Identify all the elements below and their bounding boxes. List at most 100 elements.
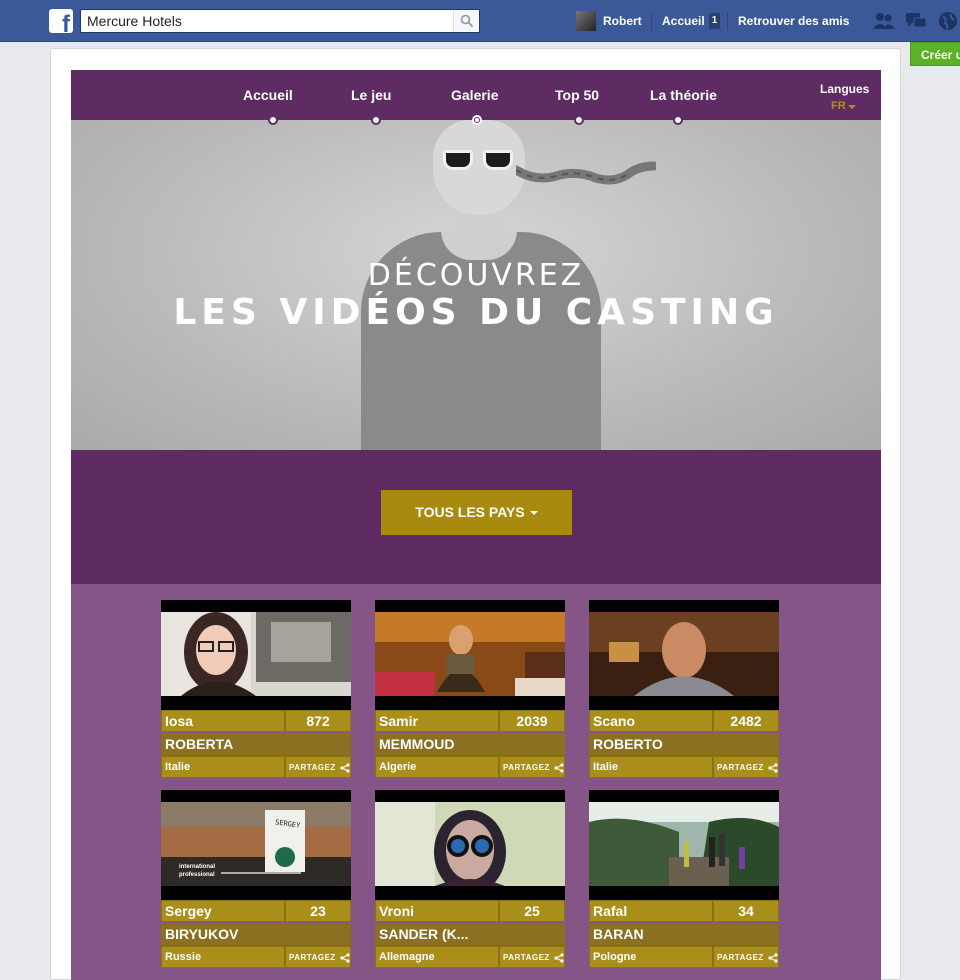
first-name: Samir	[379, 713, 418, 729]
hero-subtitle: DÉCOUVREZ	[367, 258, 585, 293]
share-button[interactable]: PARTAGEZ	[713, 756, 779, 778]
caret-down-icon[interactable]	[848, 105, 856, 109]
search-input[interactable]: Mercure Hotels	[80, 9, 480, 33]
nav-dot-le-jeu[interactable]	[371, 115, 381, 125]
nav-top-50[interactable]: Top 50	[555, 87, 599, 103]
share-button[interactable]: PARTAGEZ	[499, 946, 565, 968]
share-button[interactable]: PARTAGEZ	[713, 946, 779, 968]
country: Pologne	[593, 951, 637, 963]
share-button[interactable]: PARTAGEZ	[285, 756, 351, 778]
profile-link[interactable]: Robert	[576, 10, 642, 32]
video-tile[interactable]: Scano 2482 ROBERTO Italie PARTAGEZ	[589, 600, 779, 778]
video-thumbnail-image	[589, 612, 779, 696]
video-tile[interactable]: international professional SERGEY Sergey 2…	[161, 790, 351, 968]
create-button[interactable]: Créer u	[910, 42, 960, 66]
votes-cell: 2482	[713, 710, 779, 732]
nav-dot-galerie[interactable]	[472, 115, 482, 125]
jewel-icons	[872, 10, 960, 32]
country-filter-dropdown[interactable]: TOUS LES PAYS	[381, 490, 572, 535]
votes-cell: 23	[285, 900, 351, 922]
last-name-cell: BARAN	[589, 923, 713, 945]
share-button[interactable]: PARTAGEZ	[285, 946, 351, 968]
nav-dot-la-theorie[interactable]	[673, 115, 683, 125]
search-button[interactable]	[453, 10, 479, 32]
vote-count: 872	[306, 713, 330, 729]
video-thumbnail-image	[589, 802, 779, 886]
last-name: ROBERTO	[593, 736, 663, 752]
country-cell: Italie	[589, 756, 713, 778]
share-label: PARTAGEZ	[503, 763, 550, 772]
vote-count: 2482	[730, 713, 762, 729]
nav-la-theorie[interactable]: La théorie	[650, 87, 717, 103]
country-cell: Allemagne	[375, 946, 499, 968]
video-thumbnail-image	[375, 612, 565, 696]
nav-divider	[651, 12, 652, 30]
friend-requests-icon[interactable]	[872, 10, 896, 32]
vote-count: 23	[310, 903, 326, 919]
filter-band: TOUS LES PAYS	[71, 450, 881, 584]
last-name: BIRYUKOV	[165, 926, 239, 942]
nav-le-jeu[interactable]: Le jeu	[351, 87, 391, 103]
votes-cell: 2039	[499, 710, 565, 732]
vote-count: 25	[524, 903, 540, 919]
first-name: Vroni	[379, 903, 415, 919]
last-name-cell: MEMMOUD	[375, 733, 499, 755]
empty-cell	[713, 923, 779, 945]
first-name-cell: Vroni	[375, 900, 499, 922]
sunglasses-image	[443, 150, 515, 172]
video-thumbnail[interactable]	[589, 790, 779, 900]
video-info: Sergey 23 BIRYUKOV Russie PARTAGEZ	[161, 900, 351, 968]
first-name-cell: Samir	[375, 710, 499, 732]
facebook-top-bar: f Mercure Hotels Robert Accueil 1 Retrou…	[0, 0, 960, 42]
video-thumbnail-image	[161, 612, 351, 696]
nav-accueil[interactable]: Accueil	[243, 87, 293, 103]
share-label: PARTAGEZ	[717, 953, 764, 962]
nav-dot-top-50[interactable]	[574, 115, 584, 125]
search-input-value: Mercure Hotels	[87, 13, 182, 29]
home-link[interactable]: Accueil	[662, 14, 705, 28]
hero-image-braid	[516, 161, 656, 185]
first-name-cell: Rafal	[589, 900, 713, 922]
video-tile[interactable]: Iosa 872 ROBERTA Italie PARTAGEZ	[161, 600, 351, 778]
video-tile[interactable]: Vroni 25 SANDER (K... Allemagne PARTAGEZ	[375, 790, 565, 968]
video-info: Iosa 872 ROBERTA Italie PARTAGEZ	[161, 710, 351, 778]
country: Italie	[593, 761, 619, 773]
vote-count: 34	[738, 903, 754, 919]
video-thumbnail[interactable]	[375, 790, 565, 900]
nav-dot-accueil[interactable]	[268, 115, 278, 125]
video-thumbnail[interactable]	[589, 600, 779, 710]
nav-divider	[727, 12, 728, 30]
find-friends-link[interactable]: Retrouver des amis	[738, 14, 849, 28]
empty-cell	[285, 733, 351, 755]
search-icon	[460, 14, 474, 28]
share-button[interactable]: PARTAGEZ	[499, 756, 565, 778]
video-thumbnail[interactable]: international professional SERGEY	[161, 790, 351, 900]
last-name-cell: SANDER (K...	[375, 923, 499, 945]
votes-cell: 34	[713, 900, 779, 922]
video-thumbnail[interactable]	[375, 600, 565, 710]
notifications-globe-icon[interactable]	[936, 10, 960, 32]
video-tile[interactable]: Rafal 34 BARAN Pologne PARTAGEZ	[589, 790, 779, 968]
empty-cell	[499, 923, 565, 945]
video-info: Scano 2482 ROBERTO Italie PARTAGEZ	[589, 710, 779, 778]
share-icon	[554, 763, 564, 773]
share-label: PARTAGEZ	[289, 953, 336, 962]
country-cell: Italie	[161, 756, 285, 778]
country: Allemagne	[379, 951, 435, 963]
messages-icon[interactable]	[904, 10, 928, 32]
video-thumbnail[interactable]	[161, 600, 351, 710]
share-icon	[340, 953, 350, 963]
avatar	[576, 11, 596, 31]
country-cell: Russie	[161, 946, 285, 968]
facebook-logo-icon[interactable]: f	[49, 9, 73, 33]
empty-cell	[285, 923, 351, 945]
thumbnail-caption: professional	[179, 872, 215, 878]
video-tile[interactable]: Samir 2039 MEMMOUD Algerie PARTAGEZ	[375, 600, 565, 778]
share-icon	[554, 953, 564, 963]
video-thumbnail-image	[375, 802, 565, 886]
last-name: ROBERTA	[165, 736, 234, 752]
last-name: SANDER (K...	[379, 926, 469, 942]
nav-galerie[interactable]: Galerie	[451, 87, 498, 103]
language-selector[interactable]: FR	[831, 100, 846, 112]
country: Italie	[165, 761, 191, 773]
